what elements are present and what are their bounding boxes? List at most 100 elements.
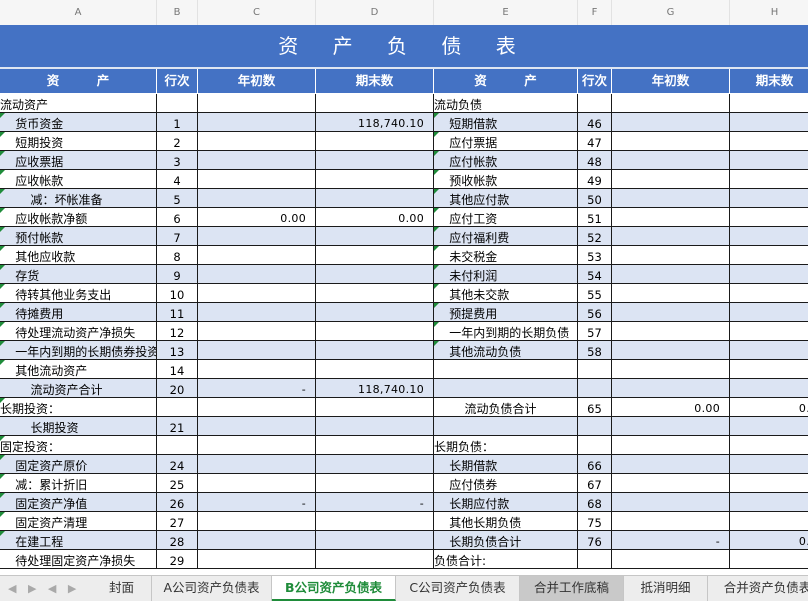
cell-a[interactable]: 流动资产 [0,94,157,113]
cell-h[interactable] [730,341,808,360]
cell-d[interactable] [316,246,434,265]
cell-d[interactable] [316,474,434,493]
cell-g[interactable] [612,208,730,227]
cell-b[interactable]: 11 [157,303,198,322]
cell-f[interactable]: 52 [578,227,612,246]
cell-e[interactable] [434,379,578,398]
cell-d[interactable] [316,417,434,436]
cell-g[interactable] [612,360,730,379]
column-header-d[interactable]: D [316,0,434,25]
cell-g[interactable] [612,303,730,322]
cell-h[interactable] [730,417,808,436]
cell-f[interactable]: 66 [578,455,612,474]
cell-d[interactable] [316,360,434,379]
cell-b[interactable] [157,94,198,113]
cell-c[interactable] [198,189,316,208]
cell-c[interactable] [198,455,316,474]
cell-g[interactable] [612,94,730,113]
cell-c[interactable] [198,265,316,284]
cell-g[interactable] [612,265,730,284]
cell-c[interactable] [198,246,316,265]
cell-b[interactable] [157,436,198,455]
cell-e[interactable]: 应付票据 [434,132,578,151]
cell-f[interactable]: 56 [578,303,612,322]
column-header-c[interactable]: C [198,0,316,25]
sheet-tab[interactable]: 合并资产负债表 [708,576,808,601]
cell-a[interactable]: 货币资金 [0,113,157,132]
cell-d[interactable] [316,322,434,341]
cell-e[interactable]: 应付福利费 [434,227,578,246]
cell-e[interactable]: 一年内到期的长期负债 [434,322,578,341]
cell-a[interactable]: 应收帐款净额 [0,208,157,227]
cell-d[interactable] [316,284,434,303]
cell-c[interactable] [198,474,316,493]
cell-b[interactable]: 14 [157,360,198,379]
cell-a[interactable]: 其他应收款 [0,246,157,265]
cell-c[interactable] [198,151,316,170]
cell-e[interactable]: 未付利润 [434,265,578,284]
cell-a[interactable]: 短期投资 [0,132,157,151]
cell-f[interactable]: 51 [578,208,612,227]
cell-g[interactable] [612,550,730,569]
cell-b[interactable]: 9 [157,265,198,284]
column-header-e[interactable]: E [434,0,578,25]
cell-e[interactable]: 应付工资 [434,208,578,227]
cell-a[interactable]: 长期投资 [0,417,157,436]
cell-b[interactable]: 4 [157,170,198,189]
cell-e[interactable]: 其他应付款 [434,189,578,208]
cell-a[interactable]: 固定资产清理 [0,512,157,531]
cell-g[interactable] [612,246,730,265]
cell-f[interactable]: 68 [578,493,612,512]
column-header-f[interactable]: F [578,0,612,25]
tab-scroll-arrows[interactable]: ◀ ▶ ◀ ▶ [0,576,92,601]
sheet-tab[interactable]: B公司资产负债表 [272,576,396,601]
cell-h[interactable]: 0. [730,398,808,417]
cell-d[interactable]: - [316,493,434,512]
cell-g[interactable]: - [612,531,730,550]
cell-g[interactable] [612,512,730,531]
cell-a[interactable]: 固定投资： [0,436,157,455]
cell-f[interactable] [578,94,612,113]
cell-a[interactable]: 在建工程 [0,531,157,550]
cell-a[interactable]: 待转其他业务支出 [0,284,157,303]
cell-g[interactable] [612,417,730,436]
cell-a[interactable]: 固定资产原价 [0,455,157,474]
cell-a[interactable]: 其他流动资产 [0,360,157,379]
cell-d[interactable] [316,265,434,284]
cell-c[interactable] [198,531,316,550]
cell-h[interactable] [730,189,808,208]
cell-b[interactable]: 21 [157,417,198,436]
cell-f[interactable] [578,360,612,379]
cell-h[interactable] [730,474,808,493]
cell-e[interactable]: 长期借款 [434,455,578,474]
cell-d[interactable] [316,455,434,474]
cell-f[interactable]: 50 [578,189,612,208]
cell-b[interactable]: 12 [157,322,198,341]
cell-c[interactable] [198,113,316,132]
cell-a[interactable]: 减：坏帐准备 [0,189,157,208]
cell-e[interactable] [434,360,578,379]
cell-a[interactable]: 存货 [0,265,157,284]
cell-b[interactable]: 2 [157,132,198,151]
cell-f[interactable]: 57 [578,322,612,341]
cell-d[interactable] [316,189,434,208]
cell-g[interactable] [612,379,730,398]
cell-h[interactable] [730,132,808,151]
cell-e[interactable]: 预提费用 [434,303,578,322]
cell-b[interactable]: 27 [157,512,198,531]
cell-e[interactable]: 流动负债 [434,94,578,113]
cell-d[interactable]: 118,740.10 [316,113,434,132]
cell-h[interactable] [730,265,808,284]
cell-d[interactable] [316,512,434,531]
spreadsheet-grid[interactable]: ABCDEFGH 资 产 负 债 表 资 产行次 年初数 期末数资 产行次 年初数 期末… [0,0,808,575]
cell-g[interactable] [612,132,730,151]
cell-d[interactable]: 118,740.10 [316,379,434,398]
cell-a[interactable]: 预付帐款 [0,227,157,246]
cell-f[interactable]: 47 [578,132,612,151]
cell-g[interactable] [612,227,730,246]
sheet-tab[interactable]: 抵消明细 [624,576,708,601]
cell-g[interactable] [612,189,730,208]
cell-f[interactable]: 49 [578,170,612,189]
cell-b[interactable]: 6 [157,208,198,227]
cell-b[interactable]: 5 [157,189,198,208]
